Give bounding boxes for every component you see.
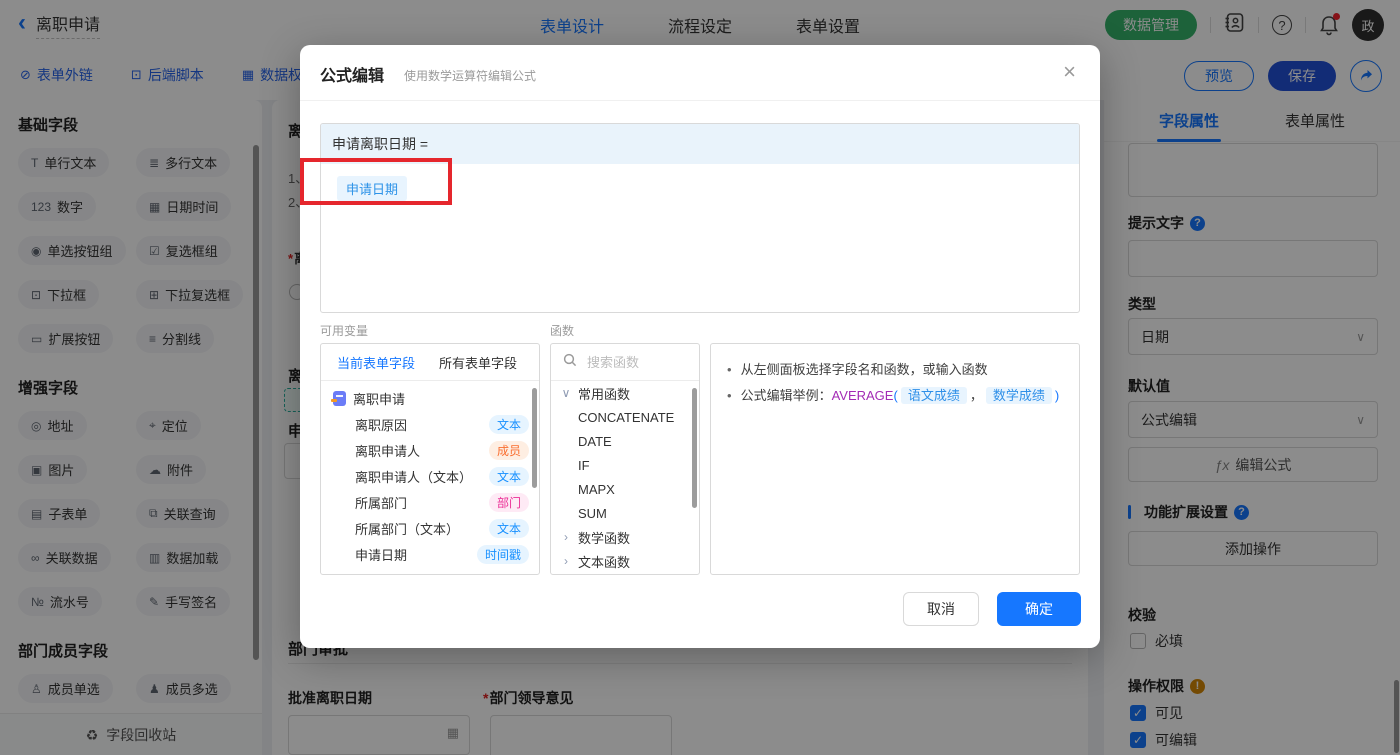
formula-editor[interactable]: 申请离职日期 = 申请日期 bbox=[320, 123, 1080, 313]
tip-text: 从左侧面板选择字段名和函数，或输入函数 bbox=[740, 362, 988, 377]
variable-name: 离职申请人 bbox=[355, 443, 421, 459]
functions-section-label: 函数 bbox=[550, 324, 575, 338]
group-label: 文本函数 bbox=[578, 554, 631, 570]
function-item[interactable]: DATE bbox=[551, 429, 699, 453]
tip-line: • 从左侧面板选择字段名和函数，或输入函数 bbox=[727, 357, 1075, 383]
tips-content: • 从左侧面板选择字段名和函数，或输入函数 • 公式编辑举例：AVERAGE(语… bbox=[711, 344, 1079, 409]
variable-type-tag: 部门 bbox=[488, 492, 529, 512]
example-prefix: 公式编辑举例： bbox=[740, 388, 832, 403]
tips-panel: • 从左侧面板选择字段名和函数，或输入函数 • 公式编辑举例：AVERAGE(语… bbox=[710, 343, 1080, 575]
paren-close: ) bbox=[1054, 388, 1060, 403]
formula-target-text: 申请离职日期 = bbox=[332, 136, 429, 152]
formula-edit-modal: 公式编辑 使用数学运算符编辑公式 × 申请离职日期 = 申请日期 可用变量 函数… bbox=[300, 45, 1100, 648]
chevron-down-icon: ∨ bbox=[561, 386, 571, 400]
tip-example: 公式编辑举例：AVERAGE(语文成绩，数学成绩) bbox=[740, 383, 1060, 409]
tree-root-label: 离职申请 bbox=[353, 391, 406, 407]
chevron-right-icon: › bbox=[564, 530, 568, 544]
modal-subtitle: 使用数学运算符编辑公式 bbox=[404, 69, 537, 83]
variable-type-tag: 文本 bbox=[488, 414, 529, 434]
tab-current-form-fields[interactable]: 当前表单字段 bbox=[337, 353, 415, 372]
function-name: SUM bbox=[578, 505, 607, 521]
function-name: CONCATENATE bbox=[578, 409, 675, 425]
modal-title: 公式编辑 bbox=[320, 68, 385, 85]
variable-name: 离职申请人（文本） bbox=[355, 469, 473, 485]
functions-scrollbar[interactable] bbox=[692, 388, 697, 508]
confirm-button[interactable]: 确定 bbox=[997, 592, 1081, 626]
paren-open: ( bbox=[893, 388, 898, 403]
variable-item[interactable]: 所属部门（文本） 文本 bbox=[321, 515, 539, 541]
variable-item[interactable]: 所属部门 部门 bbox=[321, 489, 539, 515]
variable-type-tag: 成员 bbox=[488, 440, 529, 460]
example-function-name: AVERAGE bbox=[831, 388, 894, 403]
variable-name: 离职原因 bbox=[355, 417, 408, 433]
tip-line-example: • 公式编辑举例：AVERAGE(语文成绩，数学成绩) bbox=[727, 383, 1075, 409]
function-name: DATE bbox=[578, 433, 612, 449]
function-item[interactable]: IF bbox=[551, 453, 699, 477]
group-label: 数学函数 bbox=[578, 530, 631, 546]
bullet-icon: • bbox=[727, 362, 732, 377]
variables-tabs: 当前表单字段 所有表单字段 bbox=[321, 344, 539, 381]
variable-name: 所属部门 bbox=[355, 495, 408, 511]
variable-type-tag: 文本 bbox=[488, 518, 529, 538]
variables-section-label: 可用变量 bbox=[320, 324, 369, 338]
cancel-button[interactable]: 取消 bbox=[903, 592, 979, 626]
variable-tree-root[interactable]: 离职申请 bbox=[321, 385, 539, 411]
function-search-input[interactable] bbox=[585, 353, 689, 371]
function-name: IF bbox=[578, 457, 590, 473]
function-item[interactable]: CONCATENATE bbox=[551, 405, 699, 429]
variable-item[interactable]: 离职申请人 成员 bbox=[321, 437, 539, 463]
close-icon[interactable]: × bbox=[1063, 61, 1076, 83]
variable-item[interactable]: 申请日期 时间戳 bbox=[321, 541, 539, 567]
search-icon bbox=[563, 353, 577, 372]
annotation-box bbox=[300, 158, 452, 205]
variables-panel: 当前表单字段 所有表单字段 离职申请 离职原因 文本 离职申请人 成员 离职申请人（… bbox=[320, 343, 540, 575]
chevron-right-icon: › bbox=[564, 554, 568, 568]
bullet-icon: • bbox=[727, 388, 732, 403]
variable-name: 申请日期 bbox=[355, 547, 408, 563]
function-group-text[interactable]: › 文本函数 bbox=[551, 549, 699, 573]
variable-name: 所属部门（文本） bbox=[355, 521, 460, 537]
variable-item[interactable]: 离职原因 文本 bbox=[321, 411, 539, 437]
function-group-common[interactable]: ∨ 常用函数 bbox=[551, 381, 699, 405]
group-label: 常用函数 bbox=[578, 386, 631, 402]
functions-panel: ∨ 常用函数 CONCATENATE DATE IF MAPX SUM › 数学函数… bbox=[550, 343, 700, 575]
example-comma: ， bbox=[969, 388, 983, 403]
function-group-math[interactable]: › 数学函数 bbox=[551, 525, 699, 549]
variables-scrollbar[interactable] bbox=[532, 388, 537, 488]
variable-type-tag: 时间戳 bbox=[476, 544, 529, 564]
function-search-row bbox=[551, 344, 699, 381]
tab-all-form-fields[interactable]: 所有表单字段 bbox=[439, 353, 517, 372]
example-field-chip: 语文成绩 bbox=[900, 387, 967, 404]
variable-item[interactable]: 离职申请人（文本） 文本 bbox=[321, 463, 539, 489]
function-item[interactable]: SUM bbox=[551, 501, 699, 525]
app-root: ‹ 离职申请 表单设计 流程设定 表单设置 数据管理 ? 政 ⊘ 表单外链 ⊡ … bbox=[0, 0, 1400, 755]
form-doc-icon bbox=[331, 390, 346, 406]
example-field-chip: 数学成绩 bbox=[985, 387, 1052, 404]
variable-type-tag: 文本 bbox=[488, 466, 529, 486]
function-item[interactable]: MAPX bbox=[551, 477, 699, 501]
modal-header-divider bbox=[300, 100, 1100, 101]
function-name: MAPX bbox=[578, 481, 615, 497]
